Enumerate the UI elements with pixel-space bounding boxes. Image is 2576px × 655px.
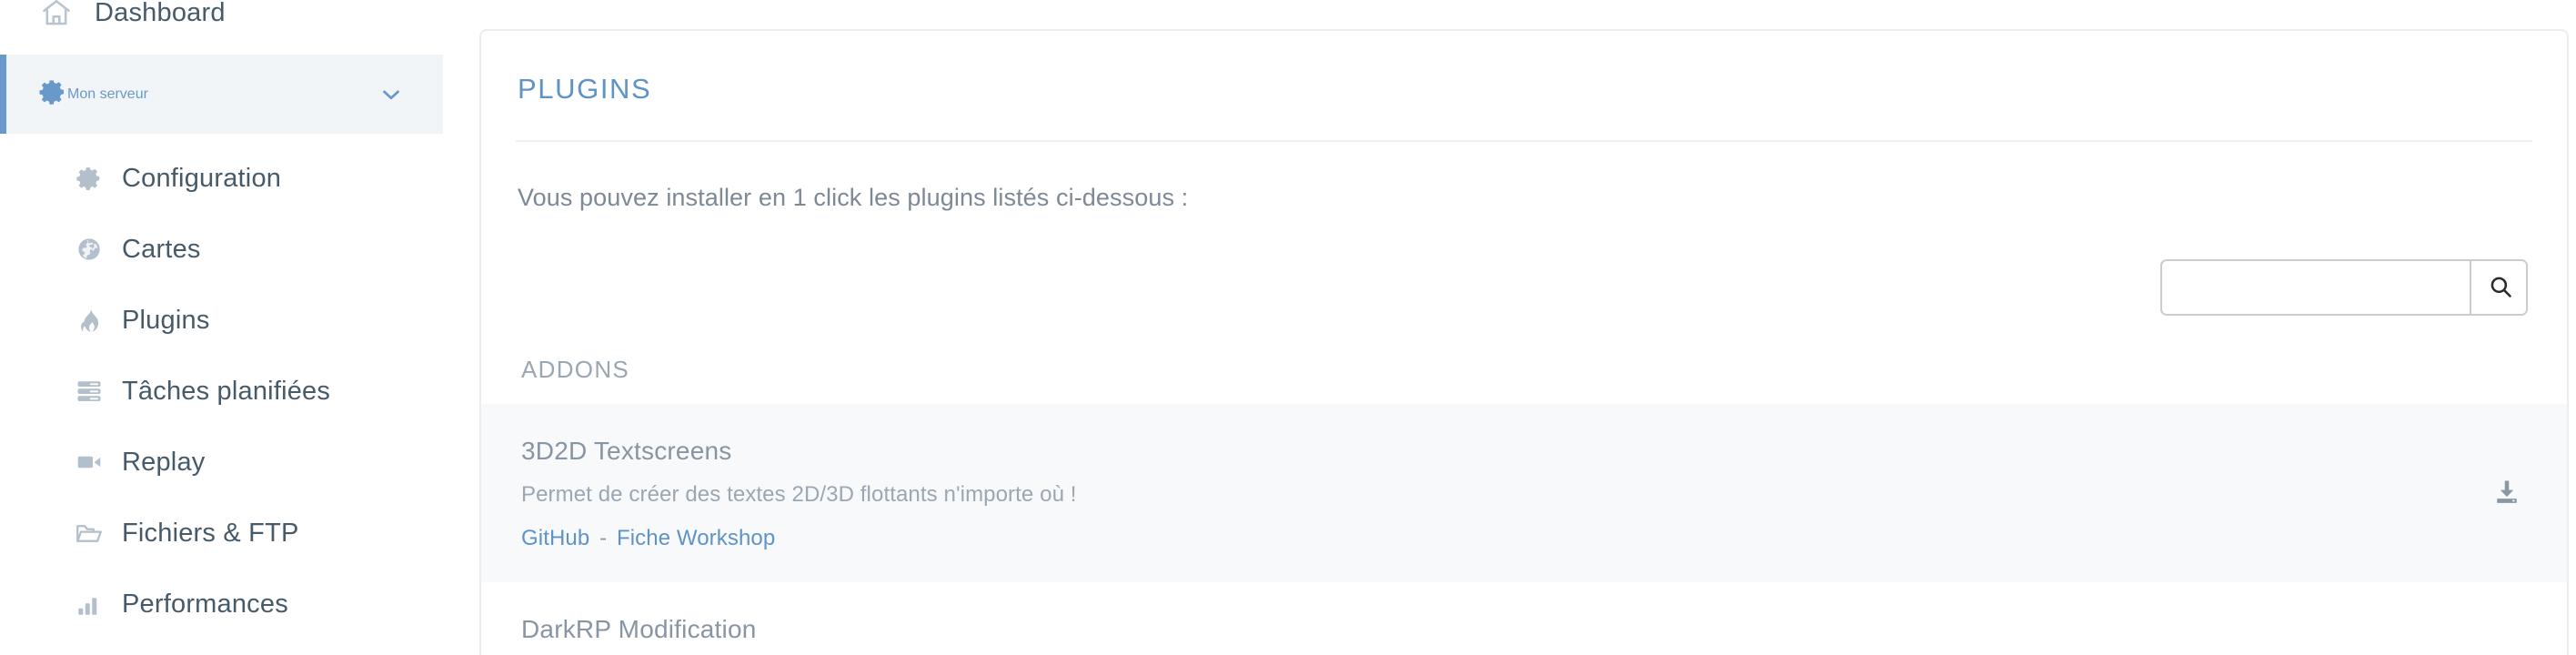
- server-tasks-icon: [73, 373, 106, 409]
- sidebar-group-mon-serveur[interactable]: Mon serveur: [0, 55, 443, 134]
- search-box[interactable]: [2160, 259, 2528, 316]
- section-label-addons: ADDONS: [521, 356, 630, 383]
- sidebar-subnav: Configuration Cartes Plugins Tâches plan…: [0, 143, 479, 640]
- sidebar-item-plugins[interactable]: Plugins: [0, 285, 479, 356]
- sidebar-item-label: Configuration: [122, 163, 282, 193]
- sidebar-item-dashboard[interactable]: Dashboard: [0, 0, 479, 36]
- folder-open-icon: [73, 515, 106, 551]
- sidebar-item-cartes[interactable]: Cartes: [0, 214, 479, 285]
- sidebar-group-label: Mon serveur: [67, 86, 148, 102]
- sidebar: Dashboard Mon serveur Configuration Cart…: [0, 0, 479, 655]
- addon-link-workshop[interactable]: Fiche Workshop: [617, 526, 775, 550]
- sidebar-item-label: Replay: [122, 447, 206, 477]
- search-area: [481, 259, 2567, 316]
- addon-row[interactable]: DarkRP Modification Vous ne devez éditer…: [481, 582, 2567, 655]
- sidebar-item-configuration[interactable]: Configuration: [0, 143, 479, 214]
- plugins-page: Dashboard Mon serveur Configuration Cart…: [0, 0, 2576, 655]
- sidebar-item-fichiers-ftp[interactable]: Fichiers & FTP: [0, 498, 479, 569]
- gear-icon: [38, 77, 67, 111]
- sidebar-item-label: Dashboard: [95, 0, 226, 27]
- gear-icon: [73, 160, 106, 196]
- download-icon: [2491, 477, 2522, 510]
- sidebar-item-replay[interactable]: Replay: [0, 427, 479, 498]
- sidebar-item-label: Tâches planifiées: [122, 376, 331, 406]
- addon-link-github[interactable]: GitHub: [521, 526, 589, 550]
- addon-name: 3D2D Textscreens: [521, 437, 732, 465]
- sidebar-item-performances[interactable]: Performances: [0, 569, 479, 640]
- search-button[interactable]: [2470, 261, 2526, 314]
- addon-name: DarkRP Modification: [521, 615, 757, 643]
- globe-icon: [73, 231, 106, 267]
- chevron-down-icon[interactable]: [377, 81, 405, 108]
- plugins-panel: PLUGINS Vous pouvez installer en 1 click…: [479, 29, 2569, 655]
- sidebar-item-label: Cartes: [122, 234, 201, 264]
- panel-intro-text: Vous pouvez installer en 1 click les plu…: [518, 184, 1189, 211]
- flame-icon: [73, 302, 106, 338]
- addon-row[interactable]: 3D2D Textscreens Permet de créer des tex…: [481, 404, 2567, 582]
- sidebar-item-taches-planifiees[interactable]: Tâches planifiées: [0, 356, 479, 427]
- page-title: PLUGINS: [518, 73, 652, 105]
- video-camera-icon: [73, 444, 106, 480]
- addon-links: GitHub - Fiche Workshop: [521, 526, 2458, 551]
- sidebar-item-label: Performances: [122, 589, 288, 619]
- search-icon: [2488, 274, 2513, 302]
- sidebar-item-label: Fichiers & FTP: [122, 518, 299, 548]
- home-icon: [38, 0, 75, 31]
- addon-description: Permet de créer des textes 2D/3D flottan…: [521, 482, 1077, 507]
- search-input[interactable]: [2162, 261, 2470, 314]
- link-separator: -: [599, 526, 608, 550]
- bar-chart-icon: [73, 586, 106, 622]
- addon-list: 3D2D Textscreens Permet de créer des tex…: [481, 404, 2567, 655]
- addon-download-button[interactable]: [2489, 475, 2525, 511]
- sidebar-item-label: Plugins: [122, 305, 210, 335]
